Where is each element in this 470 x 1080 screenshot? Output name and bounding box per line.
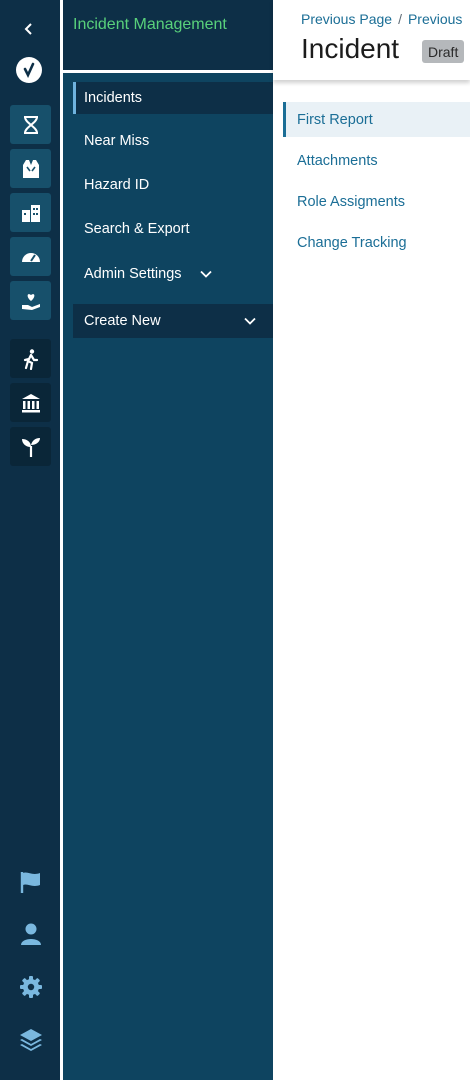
tab-attachments[interactable]: Attachments	[283, 143, 470, 178]
dna-icon[interactable]	[10, 105, 51, 144]
status-badge: Draft	[422, 40, 465, 63]
institution-icon[interactable]	[10, 383, 51, 422]
main-content: Previous Page / Previous Incident Draft Fi…	[273, 0, 470, 1080]
hand-heart-icon[interactable]	[10, 281, 51, 320]
nav-item-near-miss[interactable]: Near Miss	[73, 125, 273, 157]
page-header: Previous Page / Previous Incident Draft	[273, 0, 470, 80]
module-nav: Incident Management Incidents Near Miss …	[63, 0, 273, 1080]
chevron-left-icon[interactable]	[17, 17, 41, 41]
sprout-icon[interactable]	[10, 427, 51, 466]
layers-icon[interactable]	[18, 1026, 44, 1052]
chevron-down-icon	[244, 317, 256, 325]
nav-item-hazard-id[interactable]: Hazard ID	[73, 169, 273, 201]
nav-item-admin-settings[interactable]: Admin Settings	[73, 258, 273, 290]
nav-item-label: Hazard ID	[84, 177, 150, 193]
nav-item-label: Admin Settings	[84, 266, 182, 282]
icon-rail	[0, 0, 60, 1080]
nav-item-incidents[interactable]: Incidents	[73, 82, 273, 114]
dashboard-gauge-icon[interactable]	[10, 237, 51, 276]
nav-item-label: Near Miss	[84, 133, 150, 149]
breadcrumb-separator: /	[398, 11, 402, 27]
gear-icon[interactable]	[18, 974, 44, 1000]
nav-item-label: Incidents	[84, 90, 143, 106]
tab-change-tracking[interactable]: Change Tracking	[283, 225, 470, 260]
create-new-label: Create New	[84, 313, 161, 329]
nav-item-label: Search & Export	[84, 221, 190, 237]
tab-label: First Report	[297, 111, 373, 128]
tab-first-report[interactable]: First Report	[283, 102, 470, 137]
tab-label: Change Tracking	[297, 234, 407, 251]
tab-label: Attachments	[297, 152, 378, 169]
tab-label: Role Assigments	[297, 193, 405, 210]
breadcrumb-link[interactable]: Previous Page	[301, 11, 392, 27]
nav-header: Incident Management	[63, 0, 273, 70]
logo-check-icon[interactable]	[16, 57, 42, 83]
breadcrumb: Previous Page / Previous	[301, 11, 462, 27]
page-title: Incident	[301, 33, 400, 64]
create-new-dropdown[interactable]: Create New	[73, 304, 273, 338]
safety-vest-icon[interactable]	[10, 149, 51, 188]
nav-item-search-export[interactable]: Search & Export	[73, 213, 273, 245]
nav-header-divider	[63, 70, 273, 73]
flag-icon[interactable]	[18, 869, 44, 895]
breadcrumb-link[interactable]: Previous	[408, 11, 462, 27]
walking-person-icon[interactable]	[10, 339, 51, 378]
module-title: Incident Management	[73, 16, 227, 33]
user-icon[interactable]	[18, 921, 44, 947]
chevron-down-icon	[200, 270, 212, 278]
tab-role-assignments[interactable]: Role Assigments	[283, 184, 470, 219]
buildings-icon[interactable]	[10, 193, 51, 232]
